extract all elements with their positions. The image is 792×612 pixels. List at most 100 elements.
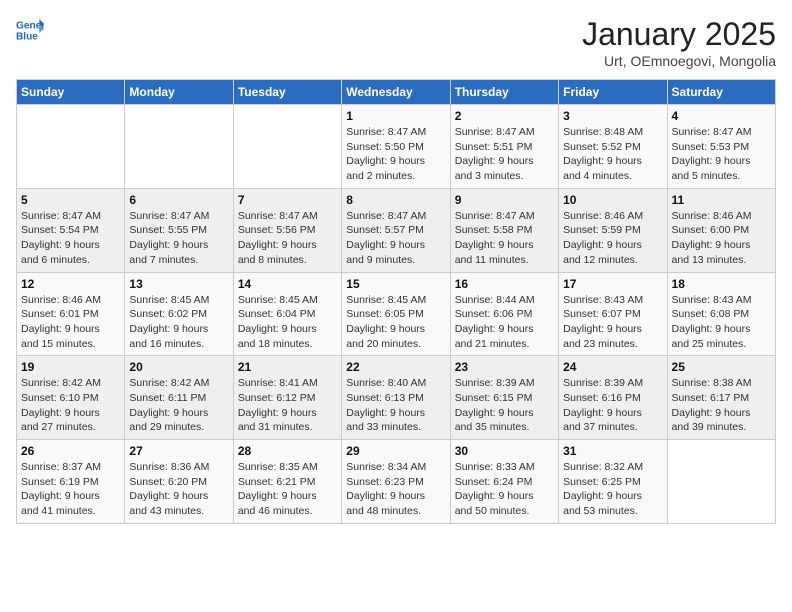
day-number: 24 xyxy=(563,360,662,374)
calendar-cell xyxy=(125,105,233,189)
day-number: 28 xyxy=(238,444,337,458)
day-info: Sunrise: 8:35 AMSunset: 6:21 PMDaylight:… xyxy=(238,460,337,519)
day-info: Sunrise: 8:42 AMSunset: 6:11 PMDaylight:… xyxy=(129,376,228,435)
calendar-cell: 3Sunrise: 8:48 AMSunset: 5:52 PMDaylight… xyxy=(559,105,667,189)
day-info: Sunrise: 8:43 AMSunset: 6:07 PMDaylight:… xyxy=(563,293,662,352)
calendar-cell: 29 Sunrise: 8:34 AMSunset: 6:23 PMDayligh… xyxy=(342,440,450,524)
calendar-cell: 11 Sunrise: 8:46 AMSunset: 6:00 PMDayligh… xyxy=(667,188,775,272)
calendar-cell: 10Sunrise: 8:46 AMSunset: 5:59 PMDayligh… xyxy=(559,188,667,272)
day-number: 6 xyxy=(129,193,228,207)
day-info: Sunrise: 8:39 AMSunset: 6:15 PMDaylight:… xyxy=(455,376,554,435)
week-row-1: 5Sunrise: 8:47 AMSunset: 5:54 PMDaylight… xyxy=(17,188,776,272)
logo-icon: General Blue xyxy=(16,16,44,44)
day-info: Sunrise: 8:43 AMSunset: 6:08 PMDaylight:… xyxy=(672,293,771,352)
day-number: 1 xyxy=(346,109,445,123)
day-number: 3 xyxy=(563,109,662,123)
weekday-header-thursday: Thursday xyxy=(450,80,558,105)
day-number: 9 xyxy=(455,193,554,207)
calendar-cell: 9Sunrise: 8:47 AMSunset: 5:58 PMDaylight… xyxy=(450,188,558,272)
weekday-header-monday: Monday xyxy=(125,80,233,105)
calendar-cell: 26 Sunrise: 8:37 AMSunset: 6:19 PMDayligh… xyxy=(17,440,125,524)
calendar-cell: 12 Sunrise: 8:46 AMSunset: 6:01 PMDayligh… xyxy=(17,272,125,356)
weekday-header-wednesday: Wednesday xyxy=(342,80,450,105)
day-info: Sunrise: 8:47 AMSunset: 5:54 PMDaylight:… xyxy=(21,209,120,268)
day-number: 13 xyxy=(129,277,228,291)
day-info: Sunrise: 8:44 AMSunset: 6:06 PMDaylight:… xyxy=(455,293,554,352)
calendar-cell: 7Sunrise: 8:47 AMSunset: 5:56 PMDaylight… xyxy=(233,188,341,272)
calendar-cell: 4Sunrise: 8:47 AMSunset: 5:53 PMDaylight… xyxy=(667,105,775,189)
calendar-cell: 15 Sunrise: 8:45 AMSunset: 6:05 PMDayligh… xyxy=(342,272,450,356)
header: General Blue January 2025 Urt, OEmnoegov… xyxy=(16,16,776,69)
weekday-header-saturday: Saturday xyxy=(667,80,775,105)
day-number: 27 xyxy=(129,444,228,458)
day-number: 10 xyxy=(563,193,662,207)
calendar-cell: 6 Sunrise: 8:47 AMSunset: 5:55 PMDaylight… xyxy=(125,188,233,272)
logo: General Blue xyxy=(16,16,44,44)
day-info: Sunrise: 8:46 AMSunset: 6:00 PMDaylight:… xyxy=(672,209,771,268)
calendar-cell: 2Sunrise: 8:47 AMSunset: 5:51 PMDaylight… xyxy=(450,105,558,189)
calendar-cell: 13 Sunrise: 8:45 AMSunset: 6:02 PMDayligh… xyxy=(125,272,233,356)
day-number: 8 xyxy=(346,193,445,207)
day-number: 20 xyxy=(129,360,228,374)
day-info: Sunrise: 8:42 AMSunset: 6:10 PMDaylight:… xyxy=(21,376,120,435)
title-block: January 2025 Urt, OEmnoegovi, Mongolia xyxy=(582,16,776,69)
day-info: Sunrise: 8:37 AMSunset: 6:19 PMDaylight:… xyxy=(21,460,120,519)
calendar-cell: 1Sunrise: 8:47 AMSunset: 5:50 PMDaylight… xyxy=(342,105,450,189)
day-number: 4 xyxy=(672,109,771,123)
calendar-cell xyxy=(233,105,341,189)
calendar-cell: 16 Sunrise: 8:44 AMSunset: 6:06 PMDayligh… xyxy=(450,272,558,356)
day-number: 25 xyxy=(672,360,771,374)
calendar-cell: 31 Sunrise: 8:32 AMSunset: 6:25 PMDayligh… xyxy=(559,440,667,524)
calendar-cell: 21 Sunrise: 8:41 AMSunset: 6:12 PMDayligh… xyxy=(233,356,341,440)
calendar-cell: 28 Sunrise: 8:35 AMSunset: 6:21 PMDayligh… xyxy=(233,440,341,524)
day-info: Sunrise: 8:33 AMSunset: 6:24 PMDaylight:… xyxy=(455,460,554,519)
week-row-2: 12 Sunrise: 8:46 AMSunset: 6:01 PMDayligh… xyxy=(17,272,776,356)
calendar-cell: 27 Sunrise: 8:36 AMSunset: 6:20 PMDayligh… xyxy=(125,440,233,524)
day-info: Sunrise: 8:41 AMSunset: 6:12 PMDaylight:… xyxy=(238,376,337,435)
day-info: Sunrise: 8:38 AMSunset: 6:17 PMDaylight:… xyxy=(672,376,771,435)
calendar-cell: 22Sunrise: 8:40 AMSunset: 6:13 PMDayligh… xyxy=(342,356,450,440)
location: Urt, OEmnoegovi, Mongolia xyxy=(582,53,776,69)
calendar-cell: 8Sunrise: 8:47 AMSunset: 5:57 PMDaylight… xyxy=(342,188,450,272)
calendar-cell: 30Sunrise: 8:33 AMSunset: 6:24 PMDayligh… xyxy=(450,440,558,524)
day-number: 16 xyxy=(455,277,554,291)
weekday-header-friday: Friday xyxy=(559,80,667,105)
weekday-header-row: SundayMondayTuesdayWednesdayThursdayFrid… xyxy=(17,80,776,105)
calendar-cell: 5Sunrise: 8:47 AMSunset: 5:54 PMDaylight… xyxy=(17,188,125,272)
weekday-header-sunday: Sunday xyxy=(17,80,125,105)
day-number: 7 xyxy=(238,193,337,207)
day-number: 15 xyxy=(346,277,445,291)
day-number: 23 xyxy=(455,360,554,374)
day-info: Sunrise: 8:47 AMSunset: 5:55 PMDaylight:… xyxy=(129,209,228,268)
day-info: Sunrise: 8:45 AMSunset: 6:04 PMDaylight:… xyxy=(238,293,337,352)
day-info: Sunrise: 8:32 AMSunset: 6:25 PMDaylight:… xyxy=(563,460,662,519)
day-info: Sunrise: 8:34 AMSunset: 6:23 PMDaylight:… xyxy=(346,460,445,519)
day-info: Sunrise: 8:46 AMSunset: 6:01 PMDaylight:… xyxy=(21,293,120,352)
calendar-cell xyxy=(667,440,775,524)
calendar-cell: 20 Sunrise: 8:42 AMSunset: 6:11 PMDayligh… xyxy=(125,356,233,440)
day-number: 14 xyxy=(238,277,337,291)
day-number: 21 xyxy=(238,360,337,374)
day-number: 12 xyxy=(21,277,120,291)
day-info: Sunrise: 8:45 AMSunset: 6:05 PMDaylight:… xyxy=(346,293,445,352)
day-info: Sunrise: 8:39 AMSunset: 6:16 PMDaylight:… xyxy=(563,376,662,435)
day-info: Sunrise: 8:36 AMSunset: 6:20 PMDaylight:… xyxy=(129,460,228,519)
day-number: 22 xyxy=(346,360,445,374)
week-row-0: 1Sunrise: 8:47 AMSunset: 5:50 PMDaylight… xyxy=(17,105,776,189)
day-info: Sunrise: 8:45 AMSunset: 6:02 PMDaylight:… xyxy=(129,293,228,352)
day-number: 17 xyxy=(563,277,662,291)
calendar-cell: 18Sunrise: 8:43 AMSunset: 6:08 PMDayligh… xyxy=(667,272,775,356)
calendar-cell: 24 Sunrise: 8:39 AMSunset: 6:16 PMDayligh… xyxy=(559,356,667,440)
calendar-cell: 17 Sunrise: 8:43 AMSunset: 6:07 PMDayligh… xyxy=(559,272,667,356)
day-number: 26 xyxy=(21,444,120,458)
calendar-cell xyxy=(17,105,125,189)
day-number: 29 xyxy=(346,444,445,458)
page: General Blue January 2025 Urt, OEmnoegov… xyxy=(0,0,792,612)
week-row-4: 26 Sunrise: 8:37 AMSunset: 6:19 PMDayligh… xyxy=(17,440,776,524)
week-row-3: 19 Sunrise: 8:42 AMSunset: 6:10 PMDayligh… xyxy=(17,356,776,440)
day-number: 2 xyxy=(455,109,554,123)
day-number: 19 xyxy=(21,360,120,374)
weekday-header-tuesday: Tuesday xyxy=(233,80,341,105)
day-number: 11 xyxy=(672,193,771,207)
day-number: 31 xyxy=(563,444,662,458)
